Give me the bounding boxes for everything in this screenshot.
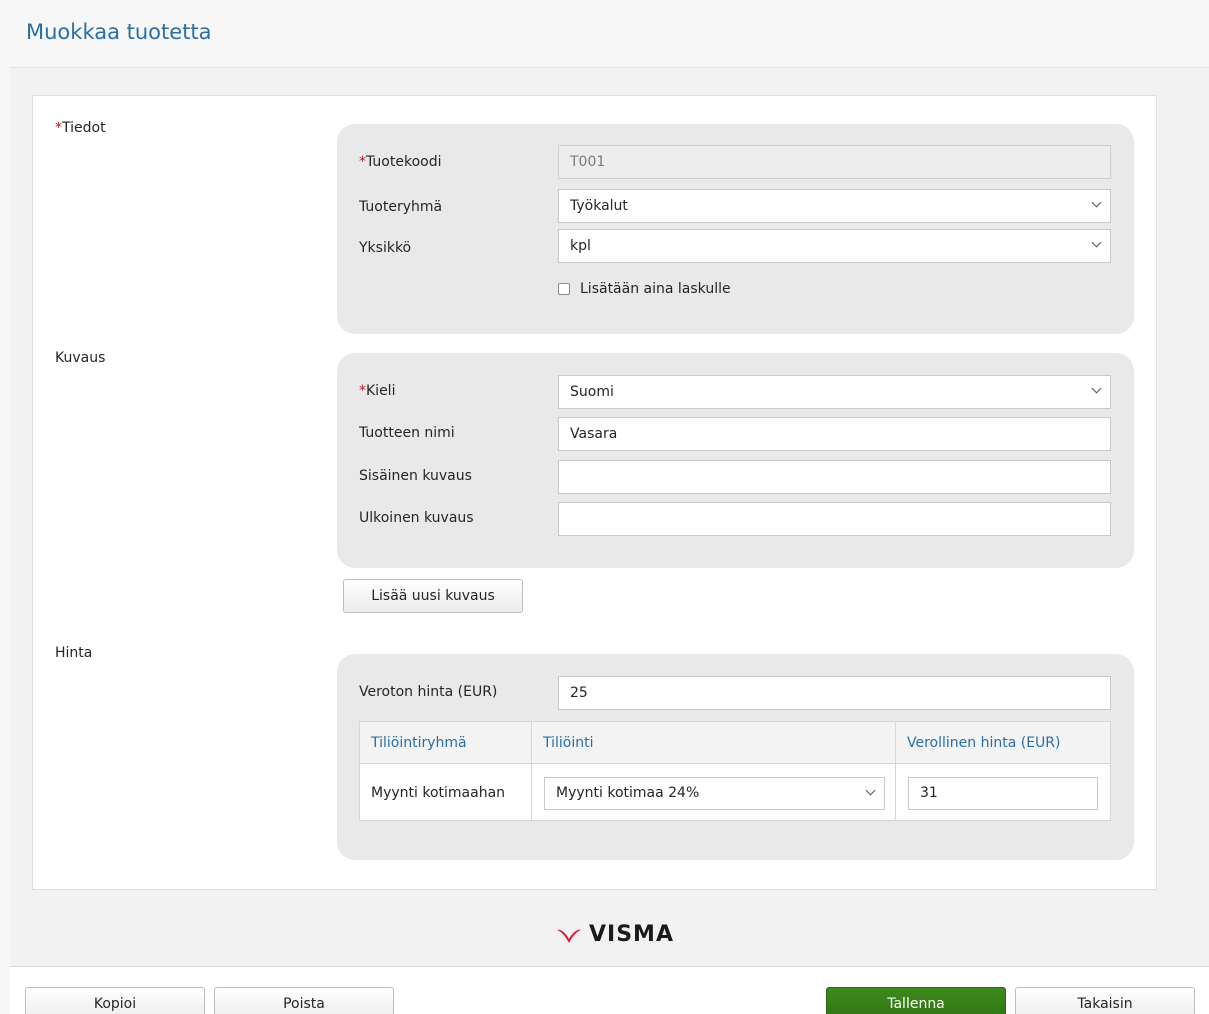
gross-price-input[interactable]: 31 <box>908 777 1098 810</box>
product-group-label: Tuoteryhmä <box>359 199 443 215</box>
required-marker: * <box>359 383 366 399</box>
page-header: Muokkaa tuotetta <box>10 0 1209 68</box>
section-label-kuvaus: Kuvaus <box>55 350 106 366</box>
unit-select[interactable]: kpl <box>558 229 1111 263</box>
visma-logo-text: VISMA <box>589 922 674 947</box>
external-desc-label: Ulkoinen kuvaus <box>359 510 474 526</box>
language-value: Suomi <box>570 384 614 400</box>
product-group-value: Työkalut <box>570 198 628 214</box>
copy-button[interactable]: Kopioi <box>25 987 205 1014</box>
save-button[interactable]: Tallenna <box>826 987 1006 1014</box>
visma-logo-icon <box>557 929 581 943</box>
product-group-select[interactable]: Työkalut <box>558 189 1111 223</box>
net-price-label: Veroton hinta (EUR) <box>359 684 498 700</box>
chevron-down-icon <box>1086 230 1106 262</box>
product-form-card: *Tiedot *Tuotekoodi T001 Tuoteryhmä Työk… <box>32 95 1157 890</box>
chevron-down-icon <box>1086 376 1106 408</box>
account-value: Myynti kotimaa 24% <box>556 785 700 801</box>
kuvaus-panel: *Kieli Suomi Tuotteen nimi Vasara Sisäin… <box>337 353 1134 568</box>
account-select[interactable]: Myynti kotimaa 24% <box>544 777 885 810</box>
row-account-group: Myynti kotimaahan <box>371 785 506 801</box>
always-add-checkbox[interactable] <box>558 283 570 295</box>
product-code-field: T001 <box>558 145 1111 179</box>
hinta-panel: Veroton hinta (EUR) 25 Tiliöintiryhmä Ti… <box>337 654 1134 860</box>
external-desc-input[interactable] <box>558 502 1111 536</box>
column-divider <box>895 722 896 820</box>
column-divider <box>531 722 532 820</box>
section-label-tiedot: *Tiedot <box>55 120 106 136</box>
back-button[interactable]: Takaisin <box>1015 987 1195 1014</box>
unit-label: Yksikkö <box>359 240 412 256</box>
header-gross-price: Verollinen hinta (EUR) <box>907 735 1061 751</box>
accounting-table: Tiliöintiryhmä Tiliöinti Verollinen hint… <box>359 721 1111 821</box>
visma-logo: VISMA <box>555 922 674 947</box>
tiedot-panel: *Tuotekoodi T001 Tuoteryhmä Työkalut Yks… <box>337 124 1134 334</box>
required-marker: * <box>359 154 366 170</box>
required-marker: * <box>55 120 62 136</box>
product-name-input[interactable]: Vasara <box>558 417 1111 451</box>
always-add-label: Lisätään aina laskulle <box>580 281 731 297</box>
footer-toolbar: Kopioi Poista Tallenna Takaisin <box>10 966 1209 1014</box>
product-name-label: Tuotteen nimi <box>359 425 455 441</box>
net-price-input[interactable]: 25 <box>558 676 1111 710</box>
page-title: Muokkaa tuotetta <box>26 20 212 44</box>
add-description-button[interactable]: Lisää uusi kuvaus <box>343 579 523 613</box>
internal-desc-input[interactable] <box>558 460 1111 494</box>
header-account-group: Tiliöintiryhmä <box>371 735 467 751</box>
language-label: *Kieli <box>359 383 396 399</box>
delete-button[interactable]: Poista <box>214 987 394 1014</box>
header-account: Tiliöinti <box>543 735 594 751</box>
unit-value: kpl <box>570 238 591 254</box>
always-add-row: Lisätään aina laskulle <box>558 279 731 299</box>
internal-desc-label: Sisäinen kuvaus <box>359 468 472 484</box>
product-code-label: *Tuotekoodi <box>359 154 442 170</box>
chevron-down-icon <box>860 778 880 810</box>
chevron-down-icon <box>1086 190 1106 222</box>
section-label-hinta: Hinta <box>55 645 93 661</box>
language-select[interactable]: Suomi <box>558 375 1111 409</box>
content-area: *Tiedot *Tuotekoodi T001 Tuoteryhmä Työk… <box>10 68 1209 966</box>
